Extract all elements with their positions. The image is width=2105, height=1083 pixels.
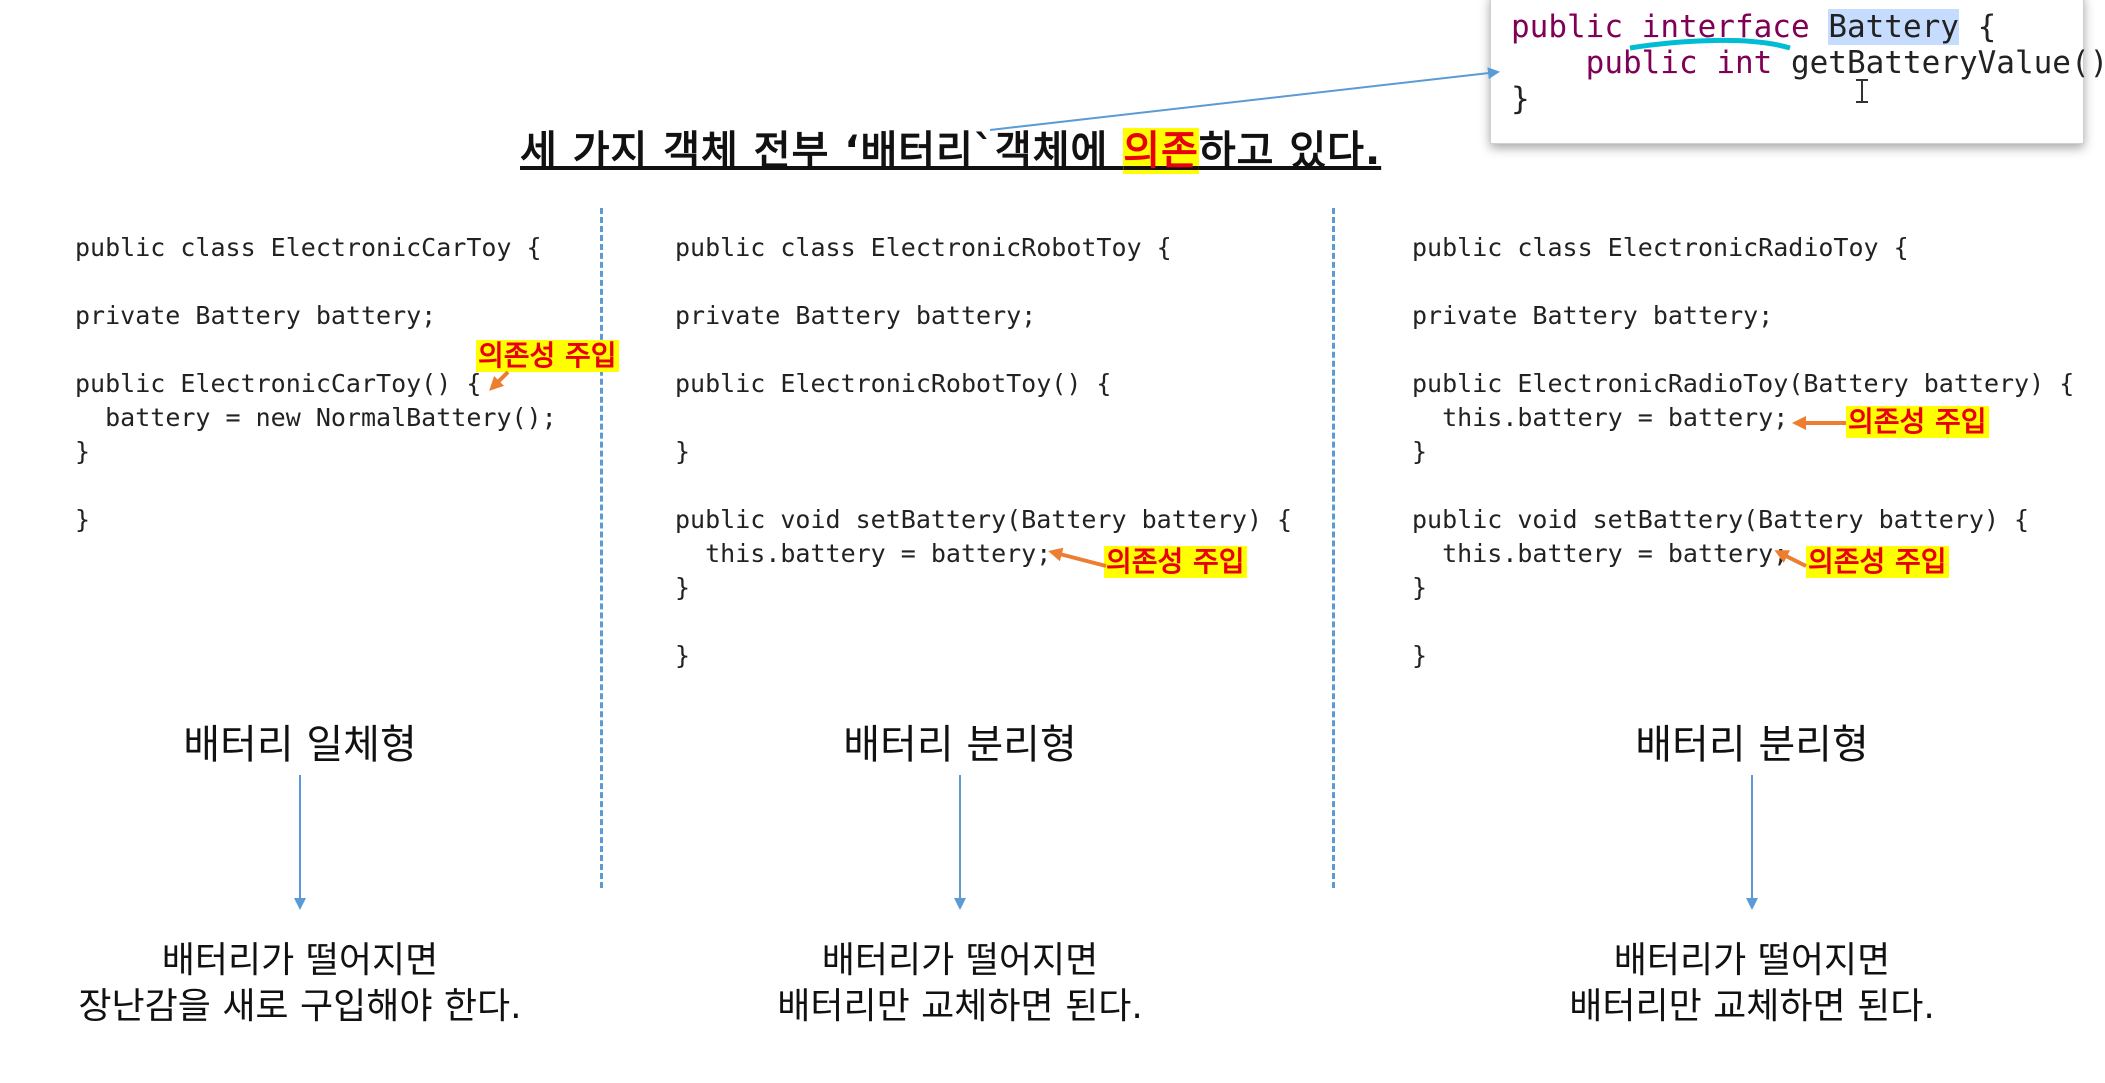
car-desc: 배터리가 떨어지면 장난감을 새로 구입해야 한다.	[0, 938, 610, 1030]
popup-interface-name[interactable]: Battery	[1828, 9, 1959, 45]
robot-setter-body: this.battery = battery;	[705, 539, 1052, 568]
car-close-class: }	[75, 505, 91, 534]
popup-keyword-public: public	[1511, 9, 1623, 45]
robot-setter-line: public void setBattery(Battery battery) …	[675, 505, 1293, 534]
popup-line2-int: int	[1716, 45, 1773, 81]
robot-class-line: public class ElectronicRobotToy {	[675, 233, 1172, 262]
radio-caption: 배터리 분리형	[1635, 722, 1869, 768]
page-title: 세 가지 객체 전부 ‘배터리`객체에 의존하고 있다.	[520, 118, 1381, 176]
car-ctor-line: public ElectronicCarToy() {	[75, 369, 482, 398]
radio-close-class: }	[1412, 641, 1428, 670]
robot-field-line: private Battery battery;	[675, 301, 1037, 330]
radio-code: public class ElectronicRadioToy { privat…	[1412, 231, 2074, 673]
car-ctor-body: battery = new NormalBattery();	[105, 403, 557, 432]
title-highlight: 의존	[1123, 128, 1199, 174]
radio-desc-line1: 배터리가 떨어지면	[1613, 940, 1891, 981]
radio-desc: 배터리가 떨어지면 배터리만 교체하면 된다.	[1442, 938, 2062, 1030]
radio-class-line: public class ElectronicRadioToy {	[1412, 233, 1909, 262]
title-part2: 하고 있다.	[1198, 128, 1382, 174]
car-caption: 배터리 일체형	[183, 722, 417, 768]
car-class-line: public class ElectronicCarToy {	[75, 233, 542, 262]
car-desc-line2: 장난감을 새로 구입해야 한다.	[78, 986, 522, 1027]
radio-desc-line2: 배터리만 교체하면 된다.	[1569, 986, 1935, 1027]
car-inject-label: 의존성 주입	[476, 339, 619, 372]
divider-right	[1332, 208, 1335, 888]
popup-method: getBatteryValue();	[1790, 45, 2105, 81]
popup-keyword-interface: interface	[1641, 9, 1810, 45]
popup-brace-open: {	[1977, 9, 1997, 45]
robot-code: public class ElectronicRobotToy { privat…	[675, 231, 1292, 673]
car-close-ctor: }	[75, 437, 91, 466]
radio-close-ctor: }	[1412, 437, 1428, 466]
radio-close-setter: }	[1412, 573, 1428, 602]
car-code: public class ElectronicCarToy { private …	[75, 231, 557, 537]
radio-inject-label-2: 의존성 주입	[1806, 545, 1949, 578]
car-field-line: private Battery battery;	[75, 301, 437, 330]
car-desc-line1: 배터리가 떨어지면	[161, 940, 439, 981]
divider-left	[600, 208, 603, 888]
radio-inject-label-1: 의존성 주입	[1846, 405, 1989, 438]
robot-desc-line1: 배터리가 떨어지면	[821, 940, 1099, 981]
radio-setter-body: this.battery = battery;	[1442, 539, 1789, 568]
robot-caption: 배터리 분리형	[843, 722, 1077, 768]
radio-ctor-body: this.battery = battery;	[1442, 403, 1789, 432]
title-part1: 세 가지 객체 전부 ‘배터리`객체에	[520, 128, 1124, 174]
popup-brace-close: }	[1511, 81, 1530, 117]
robot-ctor-line: public ElectronicRobotToy() {	[675, 369, 1112, 398]
robot-close-ctor: }	[675, 437, 691, 466]
interface-popup: public interface Battery { public int ge…	[1490, 0, 2105, 144]
radio-field-line: private Battery battery;	[1412, 301, 1774, 330]
robot-close-class: }	[675, 641, 691, 670]
radio-setter-line: public void setBattery(Battery battery) …	[1412, 505, 2030, 534]
popup-code: public interface Battery { public int ge…	[1511, 9, 2105, 117]
radio-ctor-line: public ElectronicRadioToy(Battery batter…	[1412, 369, 2075, 398]
robot-close-setter: }	[675, 573, 691, 602]
popup-line2-public: public	[1585, 45, 1698, 81]
robot-desc-line2: 배터리만 교체하면 된다.	[777, 986, 1143, 1027]
robot-desc: 배터리가 떨어지면 배터리만 교체하면 된다.	[650, 938, 1270, 1030]
robot-inject-label: 의존성 주입	[1104, 545, 1247, 578]
